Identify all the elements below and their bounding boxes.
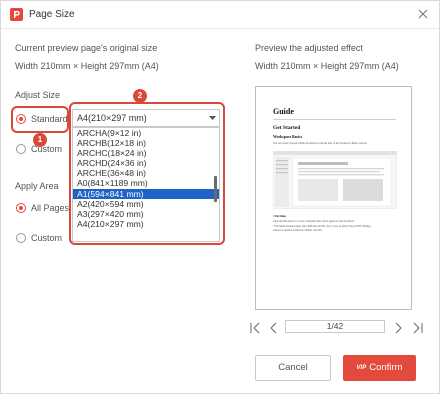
custom-area-radio[interactable] — [16, 233, 26, 243]
highlight-dropdown — [69, 102, 225, 245]
title-bar: Page Size — [1, 1, 439, 29]
preview-screenshot-image — [273, 151, 397, 209]
preview-heading: Preview the adjusted effect — [255, 43, 363, 53]
highlight-standard — [11, 106, 69, 133]
page-size-dialog: Page Size Current preview page's origina… — [0, 0, 440, 394]
apply-area-label: Apply Area — [15, 181, 59, 191]
preview-page: Guide Get Started Workspace Basics You c… — [255, 86, 412, 310]
vip-tag: VIP — [356, 365, 367, 371]
preview-intro: You can create yourself within the inter… — [273, 142, 368, 145]
preview-item-file-list-cont: Check for updates, Feedback, Submit, and… — [273, 229, 323, 232]
close-icon[interactable] — [415, 6, 431, 22]
page-number-field[interactable]: 1/42 — [285, 320, 385, 333]
preview-item-file-desc: Click the File button to access commands… — [273, 220, 355, 223]
custom-area-label: Custom — [31, 233, 63, 243]
preview-size-value: Width 210mm × Height 297mm (A4) — [255, 61, 399, 71]
annotation-badge-1: 1 — [33, 133, 47, 147]
original-size-heading: Current preview page's original size — [15, 43, 158, 53]
annotation-badge-2: 2 — [133, 89, 147, 103]
all-pages-radio[interactable] — [16, 203, 26, 213]
preview-rule — [273, 119, 396, 120]
confirm-label: Confirm — [369, 362, 403, 373]
preview-subtitle: Get Started — [273, 125, 301, 131]
all-pages-label: All Pages — [31, 203, 70, 213]
first-page-icon[interactable] — [249, 322, 261, 334]
prev-page-icon[interactable] — [268, 322, 280, 334]
preview-item-file-list: • File Menu includes Open, New PDF, Rece… — [273, 225, 372, 228]
custom-size-radio[interactable] — [16, 144, 26, 154]
app-logo-icon — [10, 8, 23, 21]
cancel-button[interactable]: Cancel — [255, 355, 331, 381]
original-size-value: Width 210mm × Height 297mm (A4) — [15, 61, 159, 71]
preview-title: Guide — [273, 107, 294, 116]
adjust-size-label: Adjust Size — [15, 90, 61, 100]
next-page-icon[interactable] — [392, 322, 404, 334]
last-page-icon[interactable] — [412, 322, 424, 334]
confirm-button[interactable]: VIP Confirm — [343, 355, 416, 381]
preview-item-file-menu: • File Menu — [273, 215, 286, 218]
preview-section: Workspace Basics — [273, 135, 303, 139]
window-title: Page Size — [29, 9, 75, 20]
